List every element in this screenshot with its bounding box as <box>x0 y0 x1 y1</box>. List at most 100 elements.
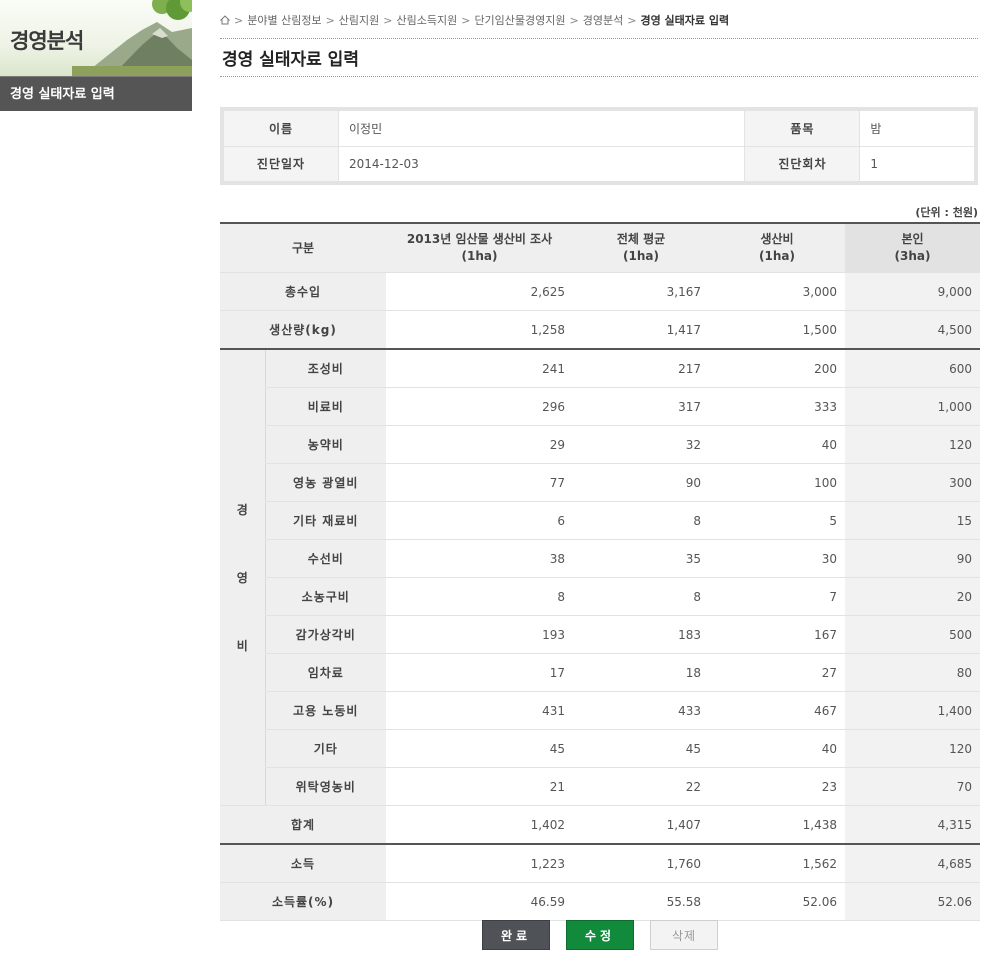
cell-cost: 333 <box>709 387 845 426</box>
cell-survey: 38 <box>386 539 573 578</box>
expense-group-label: 경 영 비 <box>220 348 265 806</box>
cell-self: 20 <box>845 577 980 616</box>
cell-cost: 100 <box>709 463 845 502</box>
edit-button[interactable]: 수정 <box>566 920 634 950</box>
done-button[interactable]: 완료 <box>482 920 550 950</box>
cell-self: 80 <box>845 653 980 692</box>
cell-survey: 1,402 <box>386 805 573 845</box>
row-label: 기타 <box>264 729 386 768</box>
cell-average: 3,167 <box>573 272 709 311</box>
cell-cost: 27 <box>709 653 845 692</box>
cell-self: 4,315 <box>845 805 980 845</box>
cell-cost: 52.06 <box>709 882 845 921</box>
table-row: 위탁영농비 21 22 23 70 <box>220 767 980 806</box>
divider <box>220 38 978 39</box>
action-buttons: 완료 수정 삭제 <box>482 920 718 950</box>
breadcrumb-item[interactable]: 분야별 산림정보 <box>247 12 321 28</box>
breadcrumb-item[interactable]: 경영분석 <box>583 12 623 28</box>
delete-button[interactable]: 삭제 <box>650 920 718 950</box>
cell-cost: 3,000 <box>709 272 845 311</box>
cell-self: 4,685 <box>845 843 980 883</box>
header-category: 구분 <box>220 222 386 273</box>
table-row-total: 합계 1,402 1,407 1,438 4,315 <box>220 805 980 845</box>
row-label: 소득률(%) <box>220 882 386 921</box>
item-value: 밤 <box>859 110 975 147</box>
cell-survey: 241 <box>386 348 573 388</box>
row-label: 기타 재료비 <box>264 501 386 540</box>
cell-survey: 8 <box>386 577 573 616</box>
cell-survey: 2,625 <box>386 272 573 311</box>
home-icon[interactable] <box>220 15 230 25</box>
cell-survey: 77 <box>386 463 573 502</box>
table-row: 기타 재료비 6 8 5 15 <box>220 501 980 540</box>
sidebar-banner: 경영분석 <box>0 0 192 76</box>
row-label: 생산량(kg) <box>220 310 386 350</box>
table-row: 소득률(%) 46.59 55.58 52.06 52.06 <box>220 882 980 921</box>
row-label: 소농구비 <box>264 577 386 616</box>
header-self-unit: (3ha) <box>894 249 931 263</box>
header-average: 전체 평균 (1ha) <box>573 222 709 273</box>
sidebar: 경영분석 경영 실태자료 입력 <box>0 0 192 111</box>
cell-cost: 40 <box>709 729 845 768</box>
cell-survey: 17 <box>386 653 573 692</box>
cell-self: 1,000 <box>845 387 980 426</box>
breadcrumb-item[interactable]: 산림소득지원 <box>396 12 457 28</box>
breadcrumb-separator: > <box>383 13 393 27</box>
cell-average: 45 <box>573 729 709 768</box>
row-label: 위탁영농비 <box>264 767 386 806</box>
row-label: 감가상각비 <box>264 615 386 654</box>
header-cost-title: 생산비 <box>760 232 794 246</box>
cell-cost: 5 <box>709 501 845 540</box>
cell-cost: 1,500 <box>709 310 845 350</box>
breadcrumb-current: 경영 실태자료 입력 <box>640 14 730 27</box>
header-survey-unit: (1ha) <box>461 249 498 263</box>
diagnosis-date-label: 진단일자 <box>223 145 339 182</box>
row-label: 영농 광열비 <box>264 463 386 502</box>
header-self-title: 본인 <box>901 232 924 246</box>
table-row: 고용 노동비 431 433 467 1,400 <box>220 691 980 730</box>
sidebar-item-management-data-entry[interactable]: 경영 실태자료 입력 <box>0 76 192 111</box>
cell-self: 300 <box>845 463 980 502</box>
divider <box>220 76 978 77</box>
row-label: 조성비 <box>264 348 386 388</box>
breadcrumb-item[interactable]: 산림지원 <box>339 12 379 28</box>
cell-cost: 1,562 <box>709 843 845 883</box>
cell-survey: 296 <box>386 387 573 426</box>
cell-average: 1,760 <box>573 843 709 883</box>
row-label: 총수입 <box>220 272 386 311</box>
expense-group-char: 영 <box>236 570 248 585</box>
breadcrumb-separator: > <box>627 13 637 27</box>
cell-cost: 40 <box>709 425 845 464</box>
cell-average: 55.58 <box>573 882 709 921</box>
cell-self: 1,400 <box>845 691 980 730</box>
table-row: 총수입 2,625 3,167 3,000 9,000 <box>220 272 980 311</box>
cell-average: 8 <box>573 501 709 540</box>
cell-average: 22 <box>573 767 709 806</box>
breadcrumb-separator: > <box>325 13 335 27</box>
item-label: 품목 <box>744 110 861 147</box>
cell-average: 1,417 <box>573 310 709 350</box>
table-row: 경 영 비 조성비 241 217 200 600 <box>220 348 980 806</box>
cell-self: 120 <box>845 729 980 768</box>
cell-self: 70 <box>845 767 980 806</box>
info-table: 이름 이정민 품목 밤 진단일자 2014-12-03 진단회차 1 <box>223 110 975 182</box>
table-row: 소농구비 8 8 7 20 <box>220 577 980 616</box>
cell-self: 52.06 <box>845 882 980 921</box>
header-survey: 2013년 임산물 생산비 조사 (1ha) <box>386 222 573 273</box>
cell-cost: 167 <box>709 615 845 654</box>
cell-cost: 467 <box>709 691 845 730</box>
cell-survey: 6 <box>386 501 573 540</box>
cell-survey: 431 <box>386 691 573 730</box>
cell-self: 9,000 <box>845 272 980 311</box>
name-value: 이정민 <box>337 110 746 147</box>
breadcrumb-item[interactable]: 단기임산물경영지원 <box>474 12 565 28</box>
table-body: 총수입 2,625 3,167 3,000 9,000 생산량(kg) 1,25… <box>220 272 980 921</box>
row-label: 합계 <box>220 805 386 845</box>
cell-cost: 30 <box>709 539 845 578</box>
cell-cost: 200 <box>709 348 845 388</box>
expense-group-char: 비 <box>236 638 248 653</box>
cell-average: 317 <box>573 387 709 426</box>
cell-average: 8 <box>573 577 709 616</box>
cell-average: 183 <box>573 615 709 654</box>
cell-survey: 46.59 <box>386 882 573 921</box>
